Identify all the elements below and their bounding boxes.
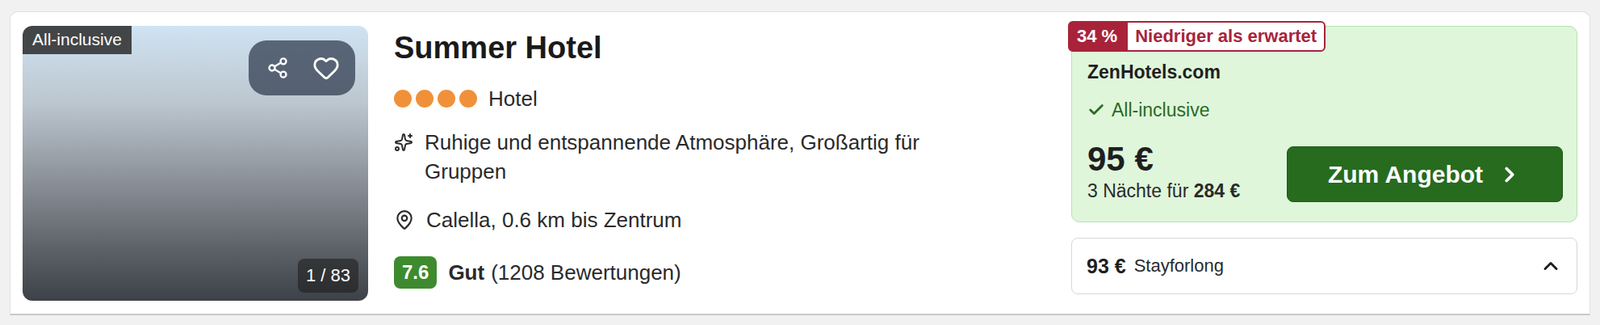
offers: 34 %Niedriger als erwartetZenHotels.comA… — [1071, 25, 1578, 301]
hotel-type: Hotel — [488, 83, 538, 114]
review-count: (1208 Bewertungen) — [490, 259, 682, 285]
nightly-price: 95 € — [1087, 138, 1240, 180]
star-dot — [437, 89, 456, 108]
favorite-button[interactable] — [303, 45, 349, 91]
location-text: Calella, 0.6 km bis Zentrum — [426, 205, 682, 235]
price-row: 95 €3 Nächte für 284 € Zum Angebot — [1087, 138, 1563, 202]
hotel-name[interactable]: Summer Hotel — [393, 29, 1006, 67]
price-block: 95 €3 Nächte für 284 € — [1087, 138, 1240, 202]
rating[interactable]: 7.6 Gut(1208 Bewertungen) — [393, 255, 1006, 289]
other-provider: Stayforlong — [1134, 255, 1532, 277]
photo-badge: All-inclusive — [22, 25, 132, 55]
hotel-info: Summer Hotel Hotel Ruhige und entspannende… — [393, 25, 1006, 301]
chevron-right-icon — [1497, 162, 1522, 187]
page: All-inclusive 1 / 83 Summer Hotel Hotel Ruhi… — [0, 0, 1600, 325]
hotel-card[interactable]: All-inclusive 1 / 83 Summer Hotel Hotel Ruhi… — [9, 11, 1591, 315]
location-pin-icon — [393, 209, 415, 231]
deal-feature: All-inclusive — [1087, 98, 1563, 122]
heart-icon — [312, 54, 340, 82]
total-price: 3 Nächte für 284 € — [1087, 179, 1240, 202]
deal-provider: ZenHotels.com — [1087, 60, 1563, 84]
highlights-text: Ruhige und entspannende Atmosphäre, Groß… — [424, 127, 1006, 186]
location: Calella, 0.6 km bis Zentrum — [393, 205, 1006, 235]
star-dot — [415, 89, 434, 108]
price-flag: 34 %Niedriger als erwartet — [1068, 20, 1326, 52]
discount-badge: 34 % — [1068, 20, 1127, 52]
hotel-photo[interactable]: All-inclusive 1 / 83 — [22, 25, 369, 301]
star-dot — [393, 89, 412, 108]
highlights: Ruhige und entspannende Atmosphäre, Groß… — [393, 127, 1006, 186]
photo-counter: 1 / 83 — [297, 258, 359, 293]
star-dot — [459, 89, 478, 108]
share-icon — [266, 56, 290, 80]
sparkle-icon — [393, 132, 414, 152]
deal-button[interactable]: Zum Angebot — [1286, 146, 1563, 202]
other-price: 93 € — [1086, 254, 1127, 278]
rating-label: Gut — [448, 259, 485, 285]
rating-text: Gut(1208 Bewertungen) — [448, 257, 681, 287]
other-offer[interactable]: 93 € Stayforlong — [1071, 237, 1578, 294]
share-button[interactable] — [255, 45, 301, 91]
check-icon — [1087, 100, 1106, 119]
rating-score: 7.6 — [393, 255, 437, 289]
discount-note: Niedriger als erwartet — [1126, 20, 1326, 52]
star-rating — [393, 89, 478, 108]
best-deal[interactable]: 34 %Niedriger als erwartetZenHotels.comA… — [1071, 25, 1578, 222]
hotel-class: Hotel — [393, 83, 1006, 114]
photo-controls — [248, 40, 356, 96]
chevron-up-icon — [1539, 254, 1563, 277]
